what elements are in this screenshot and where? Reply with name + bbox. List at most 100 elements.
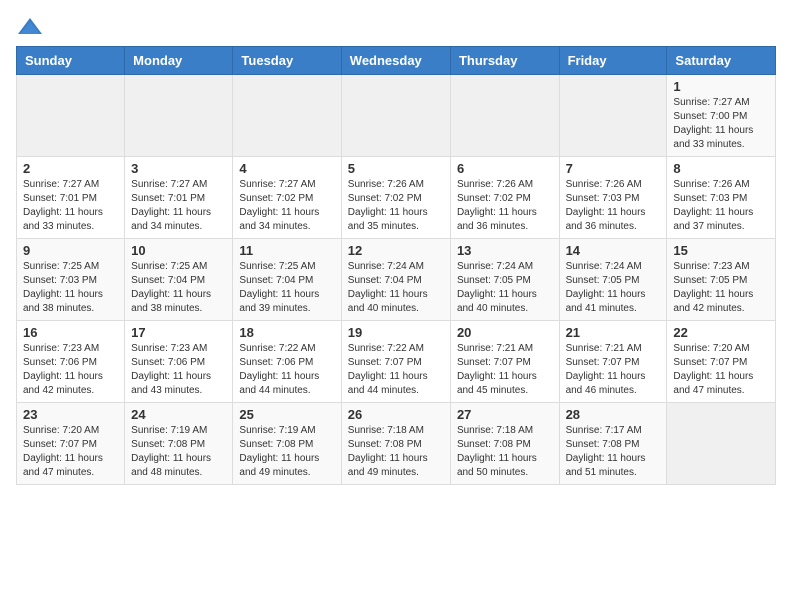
day-number: 13 — [457, 243, 553, 258]
logo — [16, 16, 48, 38]
day-cell: 5 Sunrise: 7:26 AMSunset: 7:02 PMDaylight… — [341, 157, 450, 239]
week-row-2: 2 Sunrise: 7:27 AMSunset: 7:01 PMDaylight… — [17, 157, 776, 239]
day-number: 11 — [239, 243, 334, 258]
day-cell — [341, 75, 450, 157]
day-cell: 8Sunrise: 7:26 AMSunset: 7:03 PMDaylight… — [667, 157, 776, 239]
day-cell: 1 Sunrise: 7:27 AMSunset: 7:00 PMDaylight… — [667, 75, 776, 157]
day-cell: 7 Sunrise: 7:26 AMSunset: 7:03 PMDaylight… — [559, 157, 667, 239]
day-info: Sunrise: 7:20 AMSunset: 7:07 PMDaylight:… — [673, 342, 769, 398]
day-cell: 4 Sunrise: 7:27 AMSunset: 7:02 PMDaylight… — [233, 157, 341, 239]
day-cell — [125, 75, 233, 157]
day-info: Sunrise: 7:27 AMSunset: 7:02 PMDaylight:… — [239, 178, 334, 234]
header-friday: Friday — [559, 47, 667, 75]
day-info: Sunrise: 7:22 AMSunset: 7:06 PMDaylight:… — [239, 342, 334, 398]
day-number: 18 — [239, 325, 334, 340]
day-info: Sunrise: 7:25 AMSunset: 7:04 PMDaylight:… — [239, 260, 334, 316]
day-info: Sunrise: 7:25 AMSunset: 7:03 PMDaylight:… — [23, 260, 118, 316]
day-info: Sunrise: 7:24 AMSunset: 7:04 PMDaylight:… — [348, 260, 444, 316]
day-info: Sunrise: 7:20 AMSunset: 7:07 PMDaylight:… — [23, 424, 118, 480]
day-number: 15 — [673, 243, 769, 258]
day-number: 17 — [131, 325, 226, 340]
header-monday: Monday — [125, 47, 233, 75]
logo-icon — [16, 16, 44, 38]
day-number: 25 — [239, 407, 334, 422]
day-cell: 13 Sunrise: 7:24 AMSunset: 7:05 PMDayligh… — [450, 239, 559, 321]
day-cell: 15 Sunrise: 7:23 AMSunset: 7:05 PMDayligh… — [667, 239, 776, 321]
day-cell: 12 Sunrise: 7:24 AMSunset: 7:04 PMDayligh… — [341, 239, 450, 321]
day-cell: 26Sunrise: 7:18 AMSunset: 7:08 PMDayligh… — [341, 403, 450, 485]
day-number: 8 — [673, 161, 769, 176]
day-cell: 19 Sunrise: 7:22 AMSunset: 7:07 PMDayligh… — [341, 321, 450, 403]
day-number: 9 — [23, 243, 118, 258]
header-wednesday: Wednesday — [341, 47, 450, 75]
day-number: 16 — [23, 325, 118, 340]
day-info: Sunrise: 7:26 AMSunset: 7:03 PMDaylight:… — [566, 178, 661, 234]
day-info: Sunrise: 7:17 AMSunset: 7:08 PMDaylight:… — [566, 424, 661, 480]
day-info: Sunrise: 7:19 AMSunset: 7:08 PMDaylight:… — [239, 424, 334, 480]
day-cell: 16 Sunrise: 7:23 AMSunset: 7:06 PMDayligh… — [17, 321, 125, 403]
day-info: Sunrise: 7:25 AMSunset: 7:04 PMDaylight:… — [131, 260, 226, 316]
header-sunday: Sunday — [17, 47, 125, 75]
week-row-4: 16 Sunrise: 7:23 AMSunset: 7:06 PMDayligh… — [17, 321, 776, 403]
day-info: Sunrise: 7:26 AMSunset: 7:02 PMDaylight:… — [457, 178, 553, 234]
day-cell — [450, 75, 559, 157]
day-number: 21 — [566, 325, 661, 340]
day-cell: 18 Sunrise: 7:22 AMSunset: 7:06 PMDayligh… — [233, 321, 341, 403]
day-number: 7 — [566, 161, 661, 176]
day-cell — [559, 75, 667, 157]
day-cell: 9 Sunrise: 7:25 AMSunset: 7:03 PMDaylight… — [17, 239, 125, 321]
day-info: Sunrise: 7:23 AMSunset: 7:05 PMDaylight:… — [673, 260, 769, 316]
day-cell: 14 Sunrise: 7:24 AMSunset: 7:05 PMDayligh… — [559, 239, 667, 321]
day-number: 3 — [131, 161, 226, 176]
day-cell — [17, 75, 125, 157]
day-number: 14 — [566, 243, 661, 258]
day-number: 12 — [348, 243, 444, 258]
day-number: 22 — [673, 325, 769, 340]
day-cell: 2 Sunrise: 7:27 AMSunset: 7:01 PMDaylight… — [17, 157, 125, 239]
day-cell: 20 Sunrise: 7:21 AMSunset: 7:07 PMDayligh… — [450, 321, 559, 403]
day-number: 2 — [23, 161, 118, 176]
day-cell: 11 Sunrise: 7:25 AMSunset: 7:04 PMDayligh… — [233, 239, 341, 321]
week-row-1: 1 Sunrise: 7:27 AMSunset: 7:00 PMDaylight… — [17, 75, 776, 157]
day-info: Sunrise: 7:26 AMSunset: 7:02 PMDaylight:… — [348, 178, 444, 234]
day-cell: 23 Sunrise: 7:20 AMSunset: 7:07 PMDayligh… — [17, 403, 125, 485]
week-row-3: 9 Sunrise: 7:25 AMSunset: 7:03 PMDaylight… — [17, 239, 776, 321]
calendar-header-row: SundayMondayTuesdayWednesdayThursdayFrid… — [17, 47, 776, 75]
day-info: Sunrise: 7:27 AMSunset: 7:00 PMDaylight:… — [673, 96, 769, 152]
day-info: Sunrise: 7:23 AMSunset: 7:06 PMDaylight:… — [23, 342, 118, 398]
day-info: Sunrise: 7:18 AMSunset: 7:08 PMDaylight:… — [457, 424, 553, 480]
day-number: 28 — [566, 407, 661, 422]
header-tuesday: Tuesday — [233, 47, 341, 75]
day-number: 4 — [239, 161, 334, 176]
day-number: 1 — [673, 79, 769, 94]
day-info: Sunrise: 7:21 AMSunset: 7:07 PMDaylight:… — [566, 342, 661, 398]
day-cell: 28 Sunrise: 7:17 AMSunset: 7:08 PMDayligh… — [559, 403, 667, 485]
day-number: 20 — [457, 325, 553, 340]
day-info: Sunrise: 7:19 AMSunset: 7:08 PMDaylight:… — [131, 424, 226, 480]
day-cell: 22 Sunrise: 7:20 AMSunset: 7:07 PMDayligh… — [667, 321, 776, 403]
day-number: 24 — [131, 407, 226, 422]
day-info: Sunrise: 7:27 AMSunset: 7:01 PMDaylight:… — [23, 178, 118, 234]
day-number: 26 — [348, 407, 444, 422]
day-info: Sunrise: 7:22 AMSunset: 7:07 PMDaylight:… — [348, 342, 444, 398]
day-number: 6 — [457, 161, 553, 176]
day-info: Sunrise: 7:24 AMSunset: 7:05 PMDaylight:… — [566, 260, 661, 316]
day-cell: 6 Sunrise: 7:26 AMSunset: 7:02 PMDaylight… — [450, 157, 559, 239]
day-info: Sunrise: 7:27 AMSunset: 7:01 PMDaylight:… — [131, 178, 226, 234]
week-row-5: 23 Sunrise: 7:20 AMSunset: 7:07 PMDayligh… — [17, 403, 776, 485]
day-cell: 25 Sunrise: 7:19 AMSunset: 7:08 PMDayligh… — [233, 403, 341, 485]
day-number: 23 — [23, 407, 118, 422]
day-cell — [233, 75, 341, 157]
day-number: 5 — [348, 161, 444, 176]
calendar: SundayMondayTuesdayWednesdayThursdayFrid… — [16, 46, 776, 485]
day-info: Sunrise: 7:23 AMSunset: 7:06 PMDaylight:… — [131, 342, 226, 398]
day-cell: 27Sunrise: 7:18 AMSunset: 7:08 PMDayligh… — [450, 403, 559, 485]
day-number: 19 — [348, 325, 444, 340]
day-info: Sunrise: 7:24 AMSunset: 7:05 PMDaylight:… — [457, 260, 553, 316]
header-saturday: Saturday — [667, 47, 776, 75]
day-cell: 24 Sunrise: 7:19 AMSunset: 7:08 PMDayligh… — [125, 403, 233, 485]
day-cell: 10Sunrise: 7:25 AMSunset: 7:04 PMDayligh… — [125, 239, 233, 321]
day-cell: 3 Sunrise: 7:27 AMSunset: 7:01 PMDaylight… — [125, 157, 233, 239]
day-cell: 21 Sunrise: 7:21 AMSunset: 7:07 PMDayligh… — [559, 321, 667, 403]
day-info: Sunrise: 7:21 AMSunset: 7:07 PMDaylight:… — [457, 342, 553, 398]
